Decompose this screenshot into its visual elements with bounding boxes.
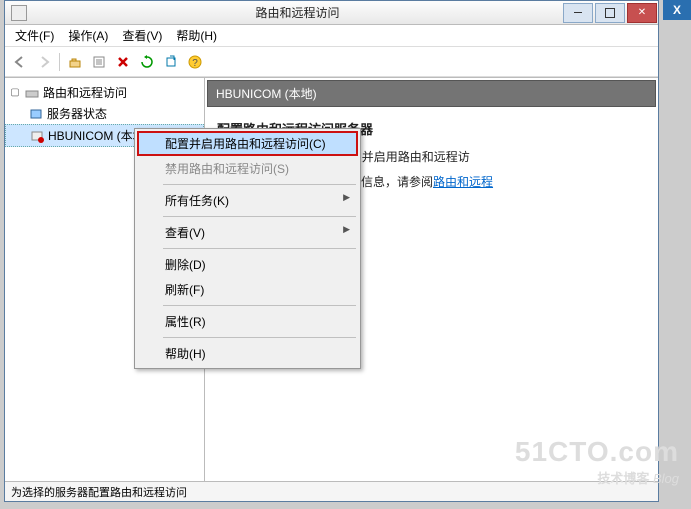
cm-configure-enable[interactable]: 配置并启用路由和远程访问(C) xyxy=(137,131,358,156)
titlebar: 路由和远程访问 xyxy=(5,1,658,25)
menu-help[interactable]: 帮助(H) xyxy=(170,25,223,46)
app-icon xyxy=(11,5,27,21)
close-button[interactable] xyxy=(627,3,657,23)
tree-server-status[interactable]: 服务器状态 xyxy=(5,103,204,124)
menu-file[interactable]: 文件(F) xyxy=(9,25,60,46)
toolbar: ? xyxy=(5,47,658,77)
statusbar: 为选择的服务器配置路由和远程访问 xyxy=(5,481,658,501)
refresh-icon[interactable] xyxy=(136,51,158,73)
delete-icon[interactable] xyxy=(112,51,134,73)
maximize-button[interactable] xyxy=(595,3,625,23)
cm-separator xyxy=(163,184,356,185)
menu-action[interactable]: 操作(A) xyxy=(62,25,114,46)
cm-separator xyxy=(163,248,356,249)
expand-icon[interactable]: ▢ xyxy=(9,87,21,98)
cm-properties[interactable]: 属性(R) xyxy=(137,309,358,334)
server-node-icon xyxy=(30,129,44,143)
window-controls xyxy=(562,1,658,25)
cm-delete[interactable]: 删除(D) xyxy=(137,252,358,277)
cm-separator xyxy=(163,305,356,306)
context-menu: 配置并启用路由和远程访问(C) 禁用路由和远程访问(S) 所有任务(K) 查看(… xyxy=(134,128,361,369)
help-icon[interactable]: ? xyxy=(184,51,206,73)
tree-server-status-label: 服务器状态 xyxy=(47,105,107,122)
back-icon[interactable] xyxy=(9,51,31,73)
properties-icon[interactable] xyxy=(88,51,110,73)
statusbar-text: 为选择的服务器配置路由和远程访问 xyxy=(11,487,187,499)
cm-help[interactable]: 帮助(H) xyxy=(137,341,358,366)
menu-view[interactable]: 查看(V) xyxy=(116,25,168,46)
help-link[interactable]: 路由和远程 xyxy=(433,175,493,189)
minimize-button[interactable] xyxy=(563,3,593,23)
window-title: 路由和远程访问 xyxy=(33,4,562,21)
up-icon[interactable] xyxy=(64,51,86,73)
tree-root[interactable]: ▢ 路由和远程访问 xyxy=(5,82,204,103)
forward-icon[interactable] xyxy=(33,51,55,73)
cm-all-tasks[interactable]: 所有任务(K) xyxy=(137,188,358,213)
tree-root-label: 路由和远程访问 xyxy=(43,84,127,101)
toolbar-separator xyxy=(59,53,60,71)
menubar: 文件(F) 操作(A) 查看(V) 帮助(H) xyxy=(5,25,658,47)
server-status-icon xyxy=(29,107,43,121)
export-icon[interactable] xyxy=(160,51,182,73)
rras-icon xyxy=(25,86,39,100)
cm-disable: 禁用路由和远程访问(S) xyxy=(137,156,358,181)
cm-refresh[interactable]: 刷新(F) xyxy=(137,277,358,302)
content-header: HBUNICOM (本地) xyxy=(207,80,656,107)
external-close-label: X xyxy=(673,3,681,17)
svg-text:?: ? xyxy=(192,58,198,69)
external-close-icon[interactable]: X xyxy=(663,0,691,20)
cm-view[interactable]: 查看(V) xyxy=(137,220,358,245)
cm-separator xyxy=(163,216,356,217)
cm-separator xyxy=(163,337,356,338)
